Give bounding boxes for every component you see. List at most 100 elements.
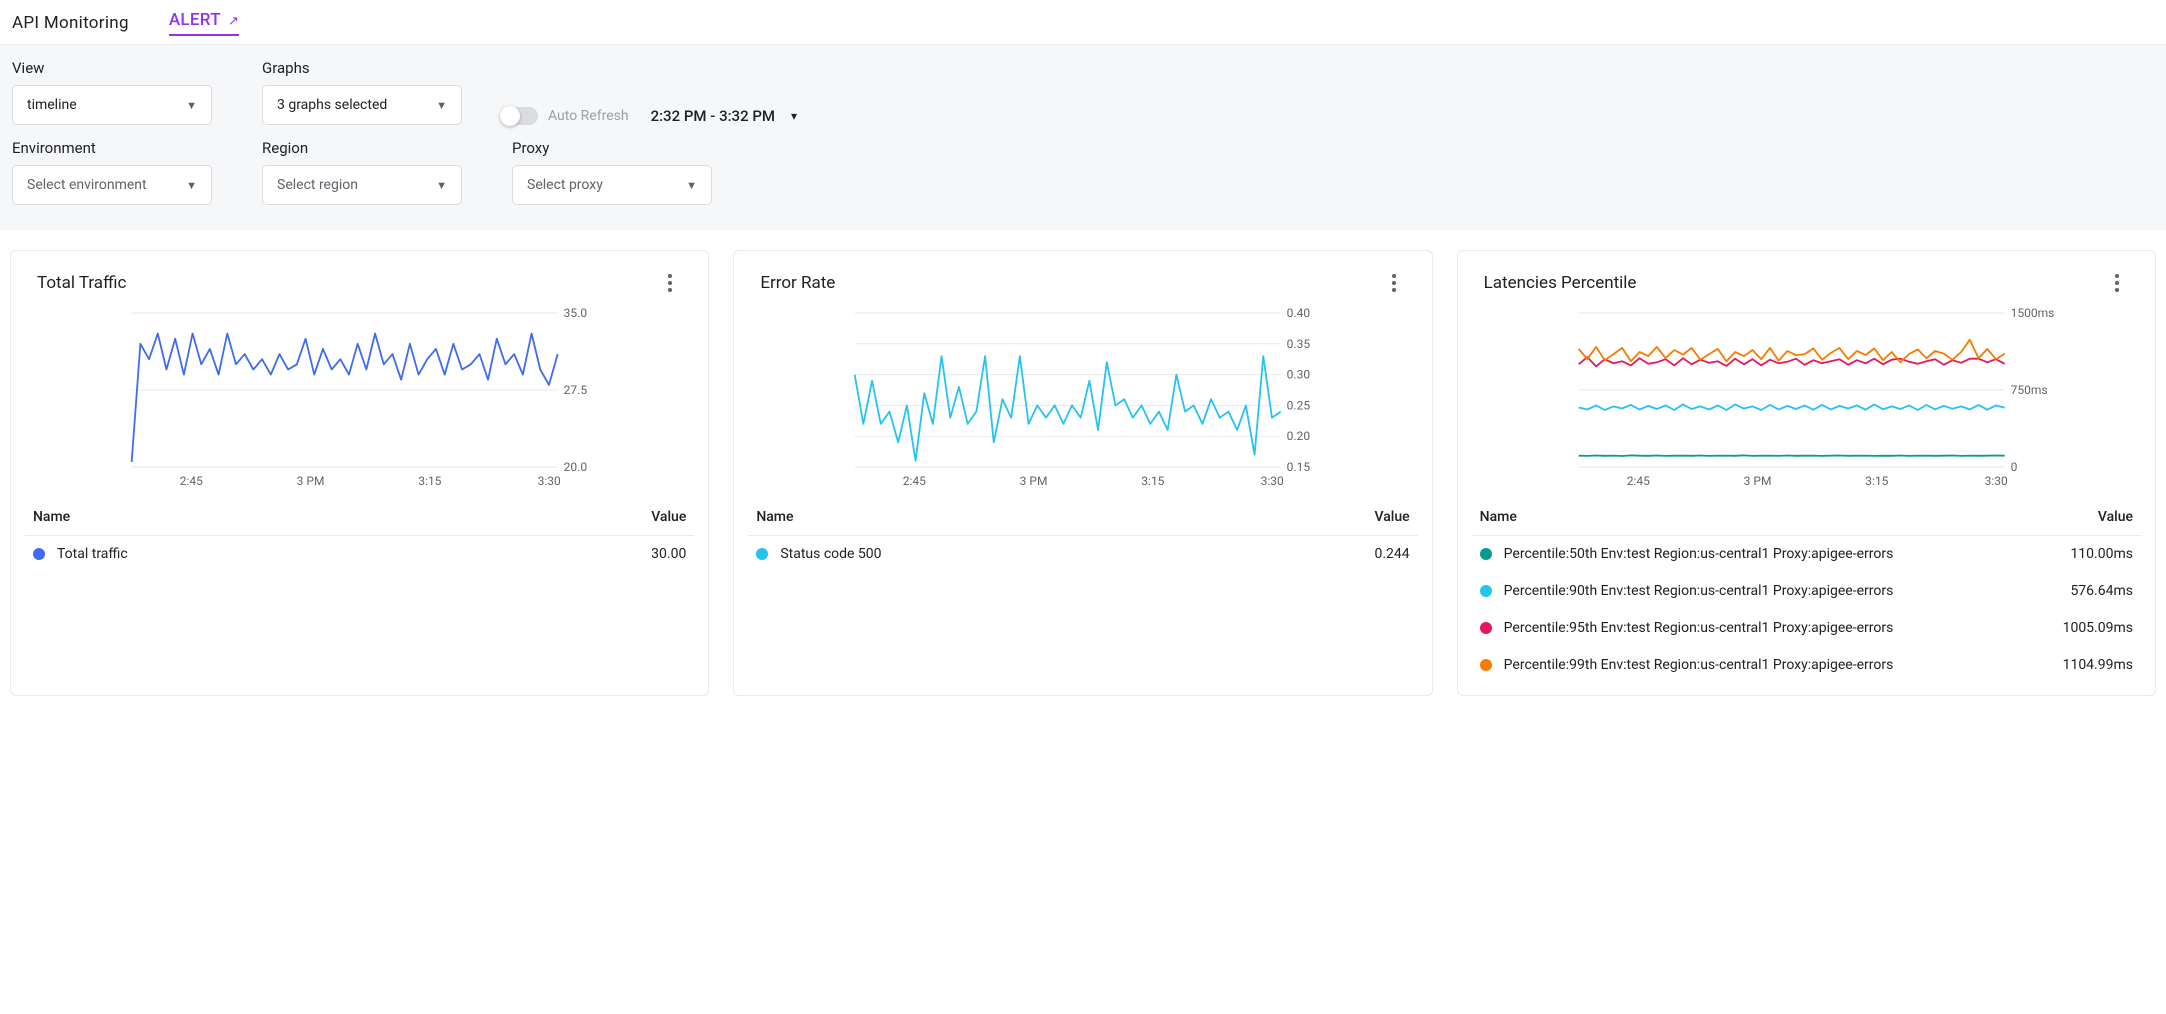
svg-text:3:30: 3:30 xyxy=(1984,474,2007,488)
time-range-select[interactable]: 2:32 PM - 3:32 PM ▾ xyxy=(651,107,797,125)
series-color-icon xyxy=(1480,622,1492,634)
filter-environment: Environment Select environment ▼ xyxy=(12,139,212,205)
proxy-select-placeholder: Select proxy xyxy=(527,177,603,193)
filter-view-label: View xyxy=(12,59,212,77)
legend-header-name: Name xyxy=(1472,499,1964,536)
svg-text:2:45: 2:45 xyxy=(180,474,203,488)
filter-proxy: Proxy Select proxy ▼ xyxy=(512,139,712,205)
region-select-placeholder: Select region xyxy=(277,177,358,193)
svg-text:2:45: 2:45 xyxy=(1626,474,1649,488)
filter-region-label: Region xyxy=(262,139,462,157)
svg-text:0.35: 0.35 xyxy=(1287,337,1311,351)
card-total-traffic: Total Traffic 20.0 27.5 35.0 2:45 3 PM 3:15 3:… xyxy=(10,250,709,696)
legend-row: Status code 5000.244 xyxy=(748,536,1417,573)
legend-row: Percentile:50th Env:test Region:us-centr… xyxy=(1472,536,2141,573)
charts-grid: Total Traffic 20.0 27.5 35.0 2:45 3 PM 3:15 3:… xyxy=(0,230,2166,716)
legend-series-value: 0.244 xyxy=(1240,536,1418,573)
proxy-select[interactable]: Select proxy ▼ xyxy=(512,165,712,205)
card-latencies-menu[interactable] xyxy=(2105,271,2129,295)
series-color-icon xyxy=(33,548,45,560)
legend-row: Percentile:99th Env:test Region:us-centr… xyxy=(1472,647,2141,684)
svg-text:2:45: 2:45 xyxy=(903,474,926,488)
view-select[interactable]: timeline ▼ xyxy=(12,85,212,125)
card-error-rate-title: Error Rate xyxy=(760,273,835,293)
chevron-down-icon: ▼ xyxy=(686,179,697,192)
svg-text:3:30: 3:30 xyxy=(538,474,561,488)
tab-alert[interactable]: ALERT ↗ xyxy=(169,10,239,36)
region-select[interactable]: Select region ▼ xyxy=(262,165,462,205)
svg-text:750ms: 750ms xyxy=(2010,383,2047,397)
svg-text:3:30: 3:30 xyxy=(1261,474,1284,488)
chevron-down-icon: ▼ xyxy=(436,179,447,192)
svg-text:0.20: 0.20 xyxy=(1287,429,1311,443)
legend-series-value: 1104.99ms xyxy=(1964,647,2141,684)
legend-header-value: Value xyxy=(483,499,695,536)
legend-row: Percentile:90th Env:test Region:us-centr… xyxy=(1472,573,2141,610)
series-color-icon xyxy=(1480,548,1492,560)
legend-series-name: Total traffic xyxy=(25,536,483,573)
chevron-down-icon: ▼ xyxy=(436,99,447,112)
svg-text:3:15: 3:15 xyxy=(1865,474,1888,488)
svg-text:0.15: 0.15 xyxy=(1287,460,1311,474)
chart-total-traffic: 20.0 27.5 35.0 2:45 3 PM 3:15 3:30 xyxy=(11,295,708,493)
tab-api-monitoring[interactable]: API Monitoring xyxy=(12,13,129,33)
graphs-select-value: 3 graphs selected xyxy=(277,97,387,113)
svg-text:0.40: 0.40 xyxy=(1287,306,1311,320)
legend-header-value: Value xyxy=(1240,499,1418,536)
graphs-select[interactable]: 3 graphs selected ▼ xyxy=(262,85,462,125)
legend-series-name: Percentile:50th Env:test Region:us-centr… xyxy=(1472,536,1964,573)
card-latencies: Latencies Percentile 0750ms1500ms2:453 P… xyxy=(1457,250,2156,696)
card-total-traffic-title: Total Traffic xyxy=(37,273,126,293)
filter-view: View timeline ▼ xyxy=(12,59,212,125)
legend-series-value: 30.00 xyxy=(483,536,695,573)
svg-text:3 PM: 3 PM xyxy=(1743,474,1771,488)
filter-graphs: Graphs 3 graphs selected ▼ xyxy=(262,59,462,125)
legend-series-value: 576.64ms xyxy=(1964,573,2141,610)
series-color-icon xyxy=(1480,659,1492,671)
tab-alert-label: ALERT xyxy=(169,10,221,30)
svg-text:0.30: 0.30 xyxy=(1287,368,1311,382)
chevron-down-icon: ▼ xyxy=(186,99,197,112)
filter-proxy-label: Proxy xyxy=(512,139,712,157)
environment-select-placeholder: Select environment xyxy=(27,177,147,193)
chevron-down-icon: ▼ xyxy=(186,179,197,192)
filter-environment-label: Environment xyxy=(12,139,212,157)
card-latencies-title: Latencies Percentile xyxy=(1484,273,1637,293)
view-select-value: timeline xyxy=(27,97,77,113)
time-range-value: 2:32 PM - 3:32 PM xyxy=(651,107,775,125)
chevron-down-icon: ▾ xyxy=(791,109,797,123)
legend-latencies[interactable]: Name Value Percentile:50th Env:test Regi… xyxy=(1458,493,2155,695)
legend-header-name: Name xyxy=(748,499,1239,536)
filter-graphs-label: Graphs xyxy=(262,59,462,77)
legend-header-name: Name xyxy=(25,499,483,536)
card-error-rate: Error Rate 0.15 0.20 0.25 0.30 0.35 0.40 2:45 3… xyxy=(733,250,1432,696)
auto-refresh-toggle[interactable] xyxy=(502,107,538,125)
legend-series-value: 1005.09ms xyxy=(1964,610,2141,647)
svg-text:20.0: 20.0 xyxy=(564,460,588,474)
external-link-icon: ↗ xyxy=(228,14,239,29)
legend-row: Percentile:95th Env:test Region:us-centr… xyxy=(1472,610,2141,647)
filters-panel: View timeline ▼ Graphs 3 graphs selected… xyxy=(0,45,2166,230)
svg-text:3 PM: 3 PM xyxy=(297,474,325,488)
legend-error-rate: Name Value Status code 5000.244 xyxy=(734,493,1431,695)
auto-refresh-label: Auto Refresh xyxy=(548,108,629,124)
card-error-rate-menu[interactable] xyxy=(1382,271,1406,295)
chart-error-rate: 0.15 0.20 0.25 0.30 0.35 0.40 2:45 3 PM 3:15 3:30 xyxy=(734,295,1431,493)
environment-select[interactable]: Select environment ▼ xyxy=(12,165,212,205)
svg-text:3:15: 3:15 xyxy=(418,474,441,488)
card-total-traffic-menu[interactable] xyxy=(658,271,682,295)
svg-text:3 PM: 3 PM xyxy=(1020,474,1048,488)
legend-series-name: Percentile:99th Env:test Region:us-centr… xyxy=(1472,647,1964,684)
svg-text:35.0: 35.0 xyxy=(564,306,588,320)
legend-header-value: Value xyxy=(1964,499,2141,536)
svg-text:3:15: 3:15 xyxy=(1142,474,1165,488)
legend-series-name: Percentile:95th Env:test Region:us-centr… xyxy=(1472,610,1964,647)
legend-row: Total traffic30.00 xyxy=(25,536,694,573)
top-tabs: API Monitoring ALERT ↗ xyxy=(0,0,2166,45)
svg-text:0.25: 0.25 xyxy=(1287,398,1311,412)
svg-text:0: 0 xyxy=(2010,460,2017,474)
filters-row-1: View timeline ▼ Graphs 3 graphs selected… xyxy=(12,59,2154,125)
svg-text:27.5: 27.5 xyxy=(564,383,588,397)
filter-region: Region Select region ▼ xyxy=(262,139,462,205)
filter-auto-refresh: Auto Refresh 2:32 PM - 3:32 PM ▾ xyxy=(512,107,797,125)
